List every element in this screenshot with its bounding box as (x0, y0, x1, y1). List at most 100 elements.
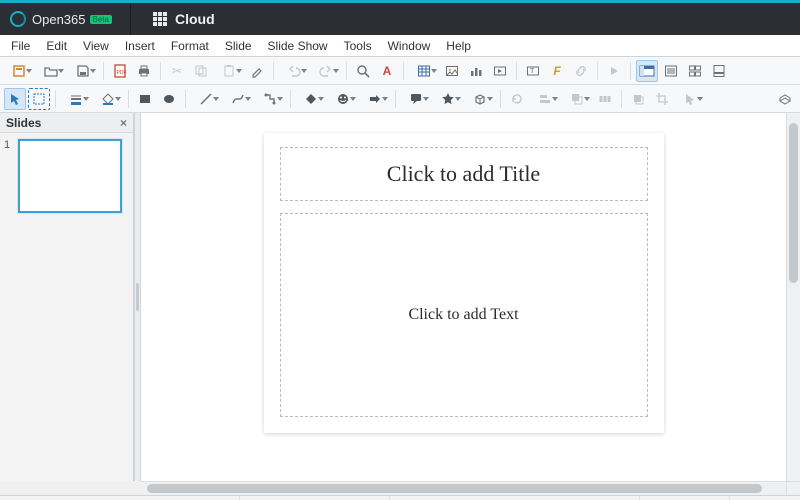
status-empty-cell (390, 496, 640, 500)
line-color-dropdown-button[interactable] (61, 88, 91, 110)
apps-grid-icon (153, 12, 167, 26)
insert-table-dropdown-button[interactable] (409, 60, 439, 82)
rotate-button[interactable] (506, 88, 528, 110)
threed-icon (473, 92, 487, 106)
shadow-button[interactable] (627, 88, 649, 110)
svg-text:PDF: PDF (117, 70, 127, 76)
vertical-scrollbar-thumb[interactable] (789, 123, 798, 283)
menu-format[interactable]: Format (164, 37, 216, 55)
callouts-dropdown-button[interactable] (401, 88, 431, 110)
fill-color-dropdown-button[interactable] (93, 88, 123, 110)
ellipse-icon (162, 92, 176, 106)
view-notes-button[interactable] (708, 60, 730, 82)
canvas-area: Click to add Title Click to add Text (141, 113, 800, 481)
toolbar-drawing (0, 85, 800, 113)
line-tool-dropdown-button[interactable] (191, 88, 221, 110)
slide-canvas[interactable]: Click to add Title Click to add Text (264, 133, 664, 433)
view-outline-button[interactable] (660, 60, 682, 82)
toolbar-separator (621, 90, 622, 108)
menu-tools[interactable]: Tools (337, 37, 379, 55)
title-placeholder[interactable]: Click to add Title (280, 147, 648, 201)
find-replace-button[interactable] (352, 60, 374, 82)
find-icon (356, 64, 370, 78)
format-paintbrush-button[interactable] (246, 60, 268, 82)
content-placeholder[interactable]: Click to add Text (280, 213, 648, 417)
symbol-shapes-dropdown-button[interactable] (328, 88, 358, 110)
curve-tool-dropdown-button[interactable] (223, 88, 253, 110)
menu-edit[interactable]: Edit (39, 37, 74, 55)
brand[interactable]: Open365 Beta (4, 11, 118, 27)
save-dropdown-button[interactable] (68, 60, 98, 82)
menu-slide[interactable]: Slide (218, 37, 259, 55)
rectangle-tool-button[interactable] (134, 88, 156, 110)
copy-button[interactable] (190, 60, 212, 82)
filter-dropdown-button[interactable] (675, 88, 705, 110)
menu-window[interactable]: Window (381, 37, 438, 55)
toolbar-separator (403, 62, 404, 80)
insert-image-button[interactable] (441, 60, 463, 82)
align-objects-dropdown-button[interactable] (530, 88, 560, 110)
view-normal-button[interactable] (636, 60, 658, 82)
insert-hyperlink-button[interactable] (570, 60, 592, 82)
toggle-extrusion-button[interactable] (774, 88, 796, 110)
distribute-button[interactable] (594, 88, 616, 110)
status-slide-counter-cell[interactable]: Slide 1 of 1 (640, 496, 730, 500)
toolbar-separator (128, 90, 129, 108)
slide-thumbnail[interactable] (18, 139, 122, 213)
new-dropdown-button[interactable] (4, 60, 34, 82)
export-pdf-button[interactable]: PDF (109, 60, 131, 82)
extrusion-icon (778, 92, 792, 106)
ellipse-tool-button[interactable] (158, 88, 180, 110)
paste-dropdown-button[interactable] (214, 60, 244, 82)
status-selection-size-cell: 0.00 x 0.00 (240, 496, 390, 500)
print-button[interactable] (133, 60, 155, 82)
block-arrows-dropdown-button[interactable] (360, 88, 390, 110)
scrollbar-corner (786, 482, 800, 495)
toolbar-separator (160, 62, 161, 80)
insert-textbox-button[interactable]: T (522, 60, 544, 82)
horizontal-scrollbar[interactable] (141, 482, 786, 495)
pointer-icon (8, 92, 22, 106)
spellcheck-button[interactable]: A (376, 60, 398, 82)
insert-media-button[interactable] (489, 60, 511, 82)
copy-icon (194, 64, 208, 78)
menu-view[interactable]: View (76, 37, 116, 55)
arrange-dropdown-button[interactable] (562, 88, 592, 110)
undo-dropdown-button[interactable] (279, 60, 309, 82)
insert-chart-button[interactable] (465, 60, 487, 82)
basic-shapes-dropdown-button[interactable] (296, 88, 326, 110)
panel-splitter[interactable] (134, 113, 141, 481)
fontwork-button[interactable]: F (546, 60, 568, 82)
cut-button[interactable]: ✂ (166, 60, 188, 82)
canvas-viewport[interactable]: Click to add Title Click to add Text (141, 113, 786, 481)
menu-slide-show[interactable]: Slide Show (261, 37, 335, 55)
threed-objects-dropdown-button[interactable] (465, 88, 495, 110)
cut-icon: ✂ (172, 65, 182, 77)
vertical-scrollbar[interactable] (786, 113, 800, 481)
redo-dropdown-button[interactable] (311, 60, 341, 82)
slides-panel-close-button[interactable]: × (120, 116, 127, 130)
view-slide-sorter-button[interactable] (684, 60, 706, 82)
slides-panel: Slides × 1 (0, 113, 134, 481)
start-slideshow-button[interactable] (603, 60, 625, 82)
print-icon (137, 64, 151, 78)
toolbar-separator (395, 90, 396, 108)
status-master-cell[interactable]: Default (730, 496, 800, 500)
open-dropdown-button[interactable] (36, 60, 66, 82)
menu-help[interactable]: Help (439, 37, 478, 55)
title-placeholder-text: Click to add Title (387, 161, 540, 187)
view-outline-icon (664, 64, 678, 78)
select-tool-button[interactable] (4, 88, 26, 110)
rotate-icon (510, 92, 524, 106)
menu-insert[interactable]: Insert (118, 37, 162, 55)
stars-dropdown-button[interactable] (433, 88, 463, 110)
crop-button[interactable] (651, 88, 673, 110)
connector-tool-dropdown-button[interactable] (255, 88, 285, 110)
cloud-menu-button[interactable]: Cloud (143, 11, 225, 27)
toolbar-separator (55, 90, 56, 108)
menu-file[interactable]: File (4, 37, 37, 55)
horizontal-scrollbar-thumb[interactable] (147, 484, 762, 493)
shadow-icon (631, 92, 645, 106)
zoom-pan-button[interactable] (28, 88, 50, 110)
basic-shapes-icon (304, 92, 318, 106)
